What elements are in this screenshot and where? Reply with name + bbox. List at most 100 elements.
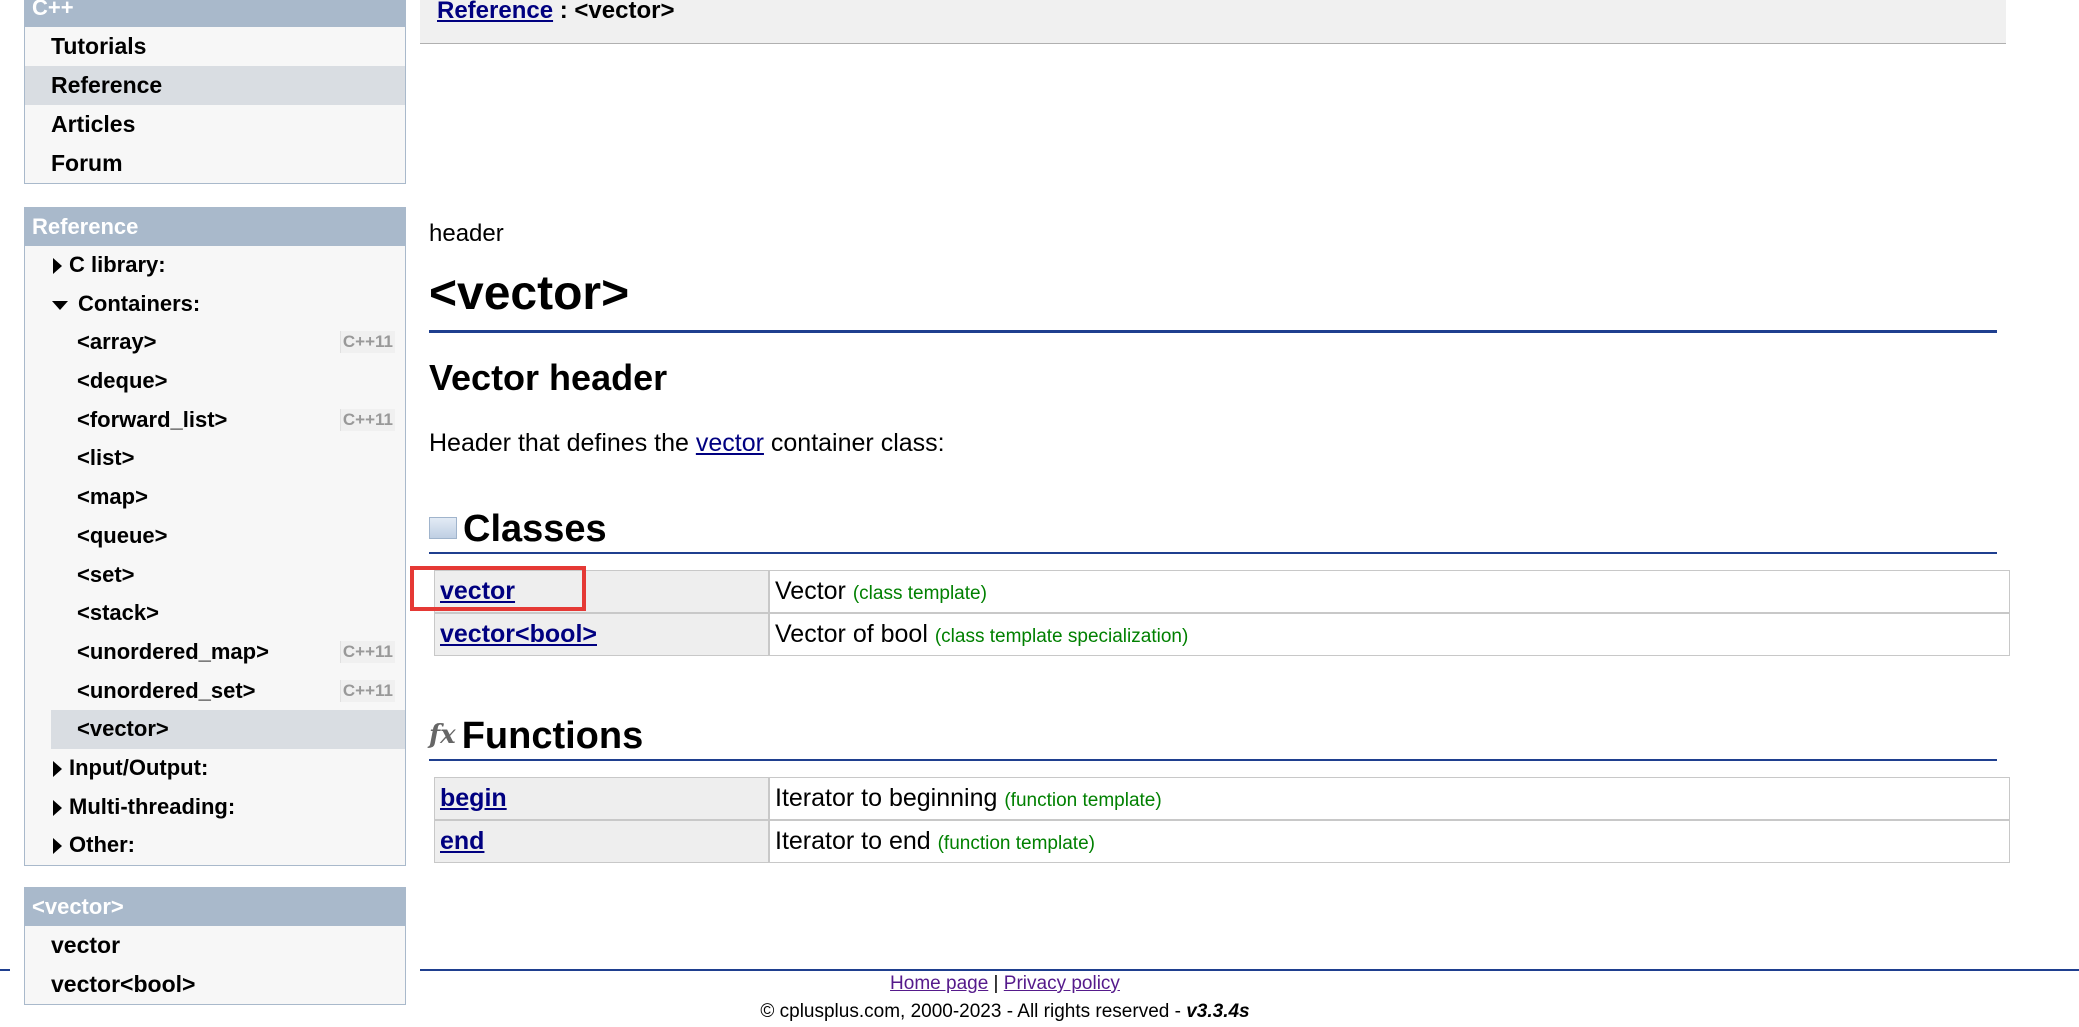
tree-input-output[interactable]: Input/Output: (25, 749, 405, 788)
tree-item-deque[interactable]: <deque> (51, 362, 405, 401)
member-desc-cell: Iterator to end (function template) (769, 820, 2010, 863)
footer-copyright: © cplusplus.com, 2000-2023 - All rights … (420, 1001, 1590, 1023)
member-note: (function template) (1004, 790, 1162, 811)
nav-articles[interactable]: Articles (25, 105, 405, 144)
main-nav-title: C++ (25, 0, 405, 27)
classes-heading: Classes (429, 506, 1997, 554)
functions-heading: fx Functions (429, 713, 1997, 761)
member-note: (class template) (852, 583, 987, 604)
tree-item-set[interactable]: <set> (51, 556, 405, 595)
tree-item-label: <map> (77, 484, 148, 510)
tree-other[interactable]: Other: (25, 826, 405, 865)
member-desc: Vector (775, 577, 846, 605)
breadcrumb: Reference : <vector> (437, 0, 674, 25)
tree-item-label: <stack> (77, 600, 159, 626)
desc-vector-link[interactable]: vector (696, 429, 764, 457)
cpp11-badge: C++11 (339, 640, 395, 663)
copyright-text: © cplusplus.com, 2000-2023 - All rights … (760, 1001, 1187, 1022)
member-desc: Iterator to beginning (775, 784, 998, 812)
member-vector-bool[interactable]: vector<bool> (25, 965, 405, 1004)
cpp11-badge: C++11 (339, 331, 395, 354)
member-note: (class template specialization) (934, 626, 1189, 647)
member-desc-cell: Vector of bool (class template specializ… (769, 613, 2010, 656)
function-end-link[interactable]: end (440, 827, 484, 855)
tree-item-unordered-map[interactable]: <unordered_map> C++11 (51, 633, 405, 672)
member-desc: Iterator to end (775, 827, 931, 855)
page-kind: header (429, 220, 504, 247)
tree-item-label: <deque> (77, 368, 168, 394)
tree-input-output-label: Input/Output: (69, 754, 209, 780)
footer-divider-left (0, 969, 10, 971)
expand-arrow-icon (53, 799, 62, 816)
main-nav-box: C++ Tutorials Reference Articles Forum (24, 0, 406, 184)
footer-links: Home page | Privacy policy (420, 973, 1590, 995)
tree-multi-threading-label: Multi-threading: (69, 793, 236, 819)
tree-item-label: <forward_list> (77, 406, 228, 432)
member-desc-cell: Vector (class template) (769, 570, 2010, 613)
desc-text-post: container class: (763, 429, 945, 457)
breadcrumb-reference-link[interactable]: Reference (437, 0, 553, 24)
nav-tutorials[interactable]: Tutorials (25, 27, 405, 66)
member-name-cell: begin (434, 777, 769, 820)
class-vector-bool-link[interactable]: vector<bool> (440, 620, 597, 648)
tree-item-vector[interactable]: <vector> (51, 710, 405, 749)
member-note: (function template) (937, 833, 1095, 854)
member-name-cell: end (434, 820, 769, 863)
tree-item-label: <set> (77, 561, 135, 587)
footer-divider (420, 969, 2079, 971)
nav-reference[interactable]: Reference (25, 66, 405, 105)
home-page-link[interactable]: Home page (890, 973, 988, 994)
tree-other-label: Other: (69, 832, 135, 858)
member-name-cell: vector<bool> (434, 613, 769, 656)
function-icon: fx (429, 719, 456, 750)
tree-item-forward-list[interactable]: <forward_list> C++11 (51, 401, 405, 440)
tree-c-library-label: C library: (69, 252, 166, 277)
classes-table: vector Vector (class template) vector<bo… (434, 570, 2010, 656)
tree-item-label: <vector> (77, 716, 169, 742)
tree-item-label: <list> (77, 445, 135, 471)
tree-item-unordered-set[interactable]: <unordered_set> C++11 (51, 672, 405, 711)
breadcrumb-current: <vector> (574, 0, 675, 24)
privacy-policy-link[interactable]: Privacy policy (1004, 973, 1120, 994)
tree-c-library[interactable]: C library: (25, 246, 405, 285)
tree-item-queue[interactable]: <queue> (51, 517, 405, 556)
classes-heading-label: Classes (463, 508, 607, 550)
tree-item-array[interactable]: <array> C++11 (51, 323, 405, 362)
desc-text-pre: Header that defines the (429, 429, 696, 457)
version-text: v3.3.4s (1186, 1001, 1250, 1022)
page-description: Header that defines the vector container… (429, 429, 945, 458)
breadcrumb-separator: : (553, 0, 575, 24)
tree-item-label: <queue> (77, 522, 168, 548)
tree-item-stack[interactable]: <stack> (51, 594, 405, 633)
tree-item-map[interactable]: <map> (51, 478, 405, 517)
vector-members-title: <vector> (25, 888, 405, 926)
table-row: end Iterator to end (function template) (434, 820, 2010, 863)
breadcrumb-bar: Reference : <vector> (420, 0, 2006, 44)
expand-arrow-icon (53, 760, 62, 777)
collapse-arrow-icon (52, 300, 68, 310)
expand-arrow-icon (53, 258, 62, 274)
tree-item-label: <unordered_set> (77, 677, 256, 703)
table-row: vector<bool> Vector of bool (class templ… (434, 613, 2010, 656)
cpp11-badge: C++11 (339, 679, 395, 702)
tree-containers[interactable]: Containers: (25, 285, 405, 324)
table-row: vector Vector (class template) (434, 570, 2010, 613)
functions-heading-label: Functions (461, 715, 644, 757)
tree-item-list[interactable]: <list> (51, 439, 405, 478)
table-row: begin Iterator to beginning (function te… (434, 777, 2010, 820)
reference-tree-box: Reference C library: Containers: <array>… (24, 207, 406, 866)
tree-multi-threading[interactable]: Multi-threading: (25, 788, 405, 827)
reference-tree-title: Reference (25, 208, 405, 246)
function-begin-link[interactable]: begin (440, 784, 507, 812)
highlight-box (410, 566, 586, 611)
member-vector[interactable]: vector (25, 926, 405, 965)
member-desc-cell: Iterator to beginning (function template… (769, 777, 2010, 820)
cpp11-badge: C++11 (339, 408, 395, 431)
page-subtitle: Vector header (429, 357, 668, 398)
nav-forum[interactable]: Forum (25, 144, 405, 183)
page-title: <vector> (429, 258, 1997, 333)
vector-members-box: <vector> vector vector<bool> (24, 887, 406, 1005)
tree-containers-label: Containers: (78, 290, 201, 316)
member-desc: Vector of bool (775, 620, 928, 648)
footer-separator: | (988, 973, 1004, 994)
